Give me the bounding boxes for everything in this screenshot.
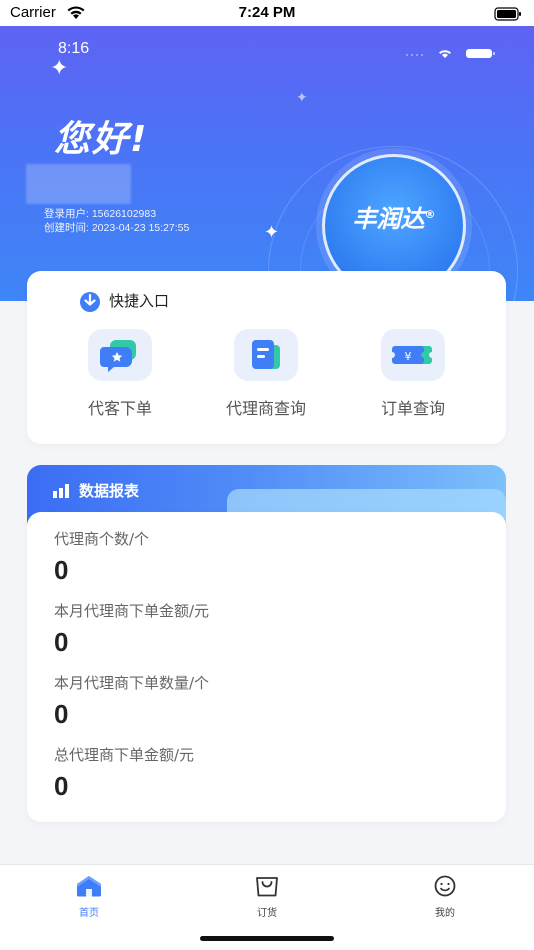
- battery-icon: [494, 6, 522, 25]
- quick-entry-card: 快捷入口 代客下单 代理商查询 ¥ 订单查询: [27, 271, 506, 444]
- registered-mark: ®: [424, 208, 436, 221]
- document-search-icon: [234, 329, 298, 381]
- created-time-text: 创建时间: 2023-04-23 15:27:55: [44, 222, 190, 234]
- stat-value: 0: [54, 627, 69, 657]
- shopping-bag-icon: [254, 877, 280, 901]
- sparkle-icon: ✦: [296, 90, 308, 106]
- home-icon: [76, 876, 102, 901]
- quick-entry-icon: [79, 291, 101, 317]
- tab-label: 订货: [257, 908, 277, 919]
- login-user-text: 登录用户: 15626102983: [44, 208, 157, 220]
- stat-label: 总代理商下单金额/元: [54, 746, 195, 764]
- quick-item-label: 代客下单: [87, 399, 152, 418]
- chat-star-icon: [88, 329, 152, 381]
- blurred-username: [26, 164, 131, 204]
- tab-home[interactable]: 首页: [49, 875, 129, 919]
- tab-order-goods[interactable]: 订货: [227, 875, 307, 919]
- quick-item-agent-query[interactable]: 代理商查询: [196, 329, 336, 419]
- quick-item-proxy-order[interactable]: 代客下单: [50, 329, 190, 419]
- greeting-title: 您好!: [54, 119, 149, 160]
- bar-chart-icon: [53, 483, 71, 502]
- report-card: 代理商个数/个 0 本月代理商下单金额/元 0 本月代理商下单数量/个 0 总代…: [27, 512, 506, 822]
- ios-status-bar: Carrier 7:24 PM: [0, 0, 534, 26]
- svg-text:¥: ¥: [405, 350, 412, 363]
- sparkle-icon: ✦: [50, 56, 69, 81]
- brand-logo-text: 丰润达®: [352, 205, 436, 233]
- sparkle-icon: ✦: [264, 222, 280, 243]
- stat-value: 0: [54, 771, 69, 801]
- quick-item-label: 代理商查询: [225, 399, 306, 418]
- inner-status-icons: [404, 44, 500, 63]
- ticket-yen-icon: ¥: [381, 329, 445, 381]
- stat-label: 代理商个数/个: [54, 530, 150, 548]
- tab-label: 首页: [79, 908, 99, 919]
- stat-month-order-amount: 本月代理商下单金额/元 0: [54, 600, 209, 658]
- stat-agent-count: 代理商个数/个 0: [54, 528, 149, 586]
- tab-mine[interactable]: 我的: [405, 875, 485, 919]
- stat-value: 0: [54, 555, 69, 585]
- stat-label: 本月代理商下单数量/个: [54, 674, 210, 692]
- quick-item-label: 订单查询: [380, 399, 445, 418]
- stat-value: 0: [54, 699, 69, 729]
- stat-total-order-amount: 总代理商下单金额/元 0: [54, 744, 194, 802]
- stat-label: 本月代理商下单金额/元: [54, 602, 210, 620]
- report-title: 数据报表: [79, 482, 140, 500]
- tab-label: 我的: [435, 908, 455, 919]
- home-indicator[interactable]: [200, 936, 334, 941]
- status-time: 7:24 PM: [238, 4, 296, 21]
- stat-month-order-count: 本月代理商下单数量/个 0: [54, 672, 209, 730]
- quick-item-order-query[interactable]: ¥ 订单查询: [343, 329, 483, 419]
- quick-entry-title: 快捷入口: [109, 292, 170, 310]
- smile-face-icon: [432, 875, 458, 901]
